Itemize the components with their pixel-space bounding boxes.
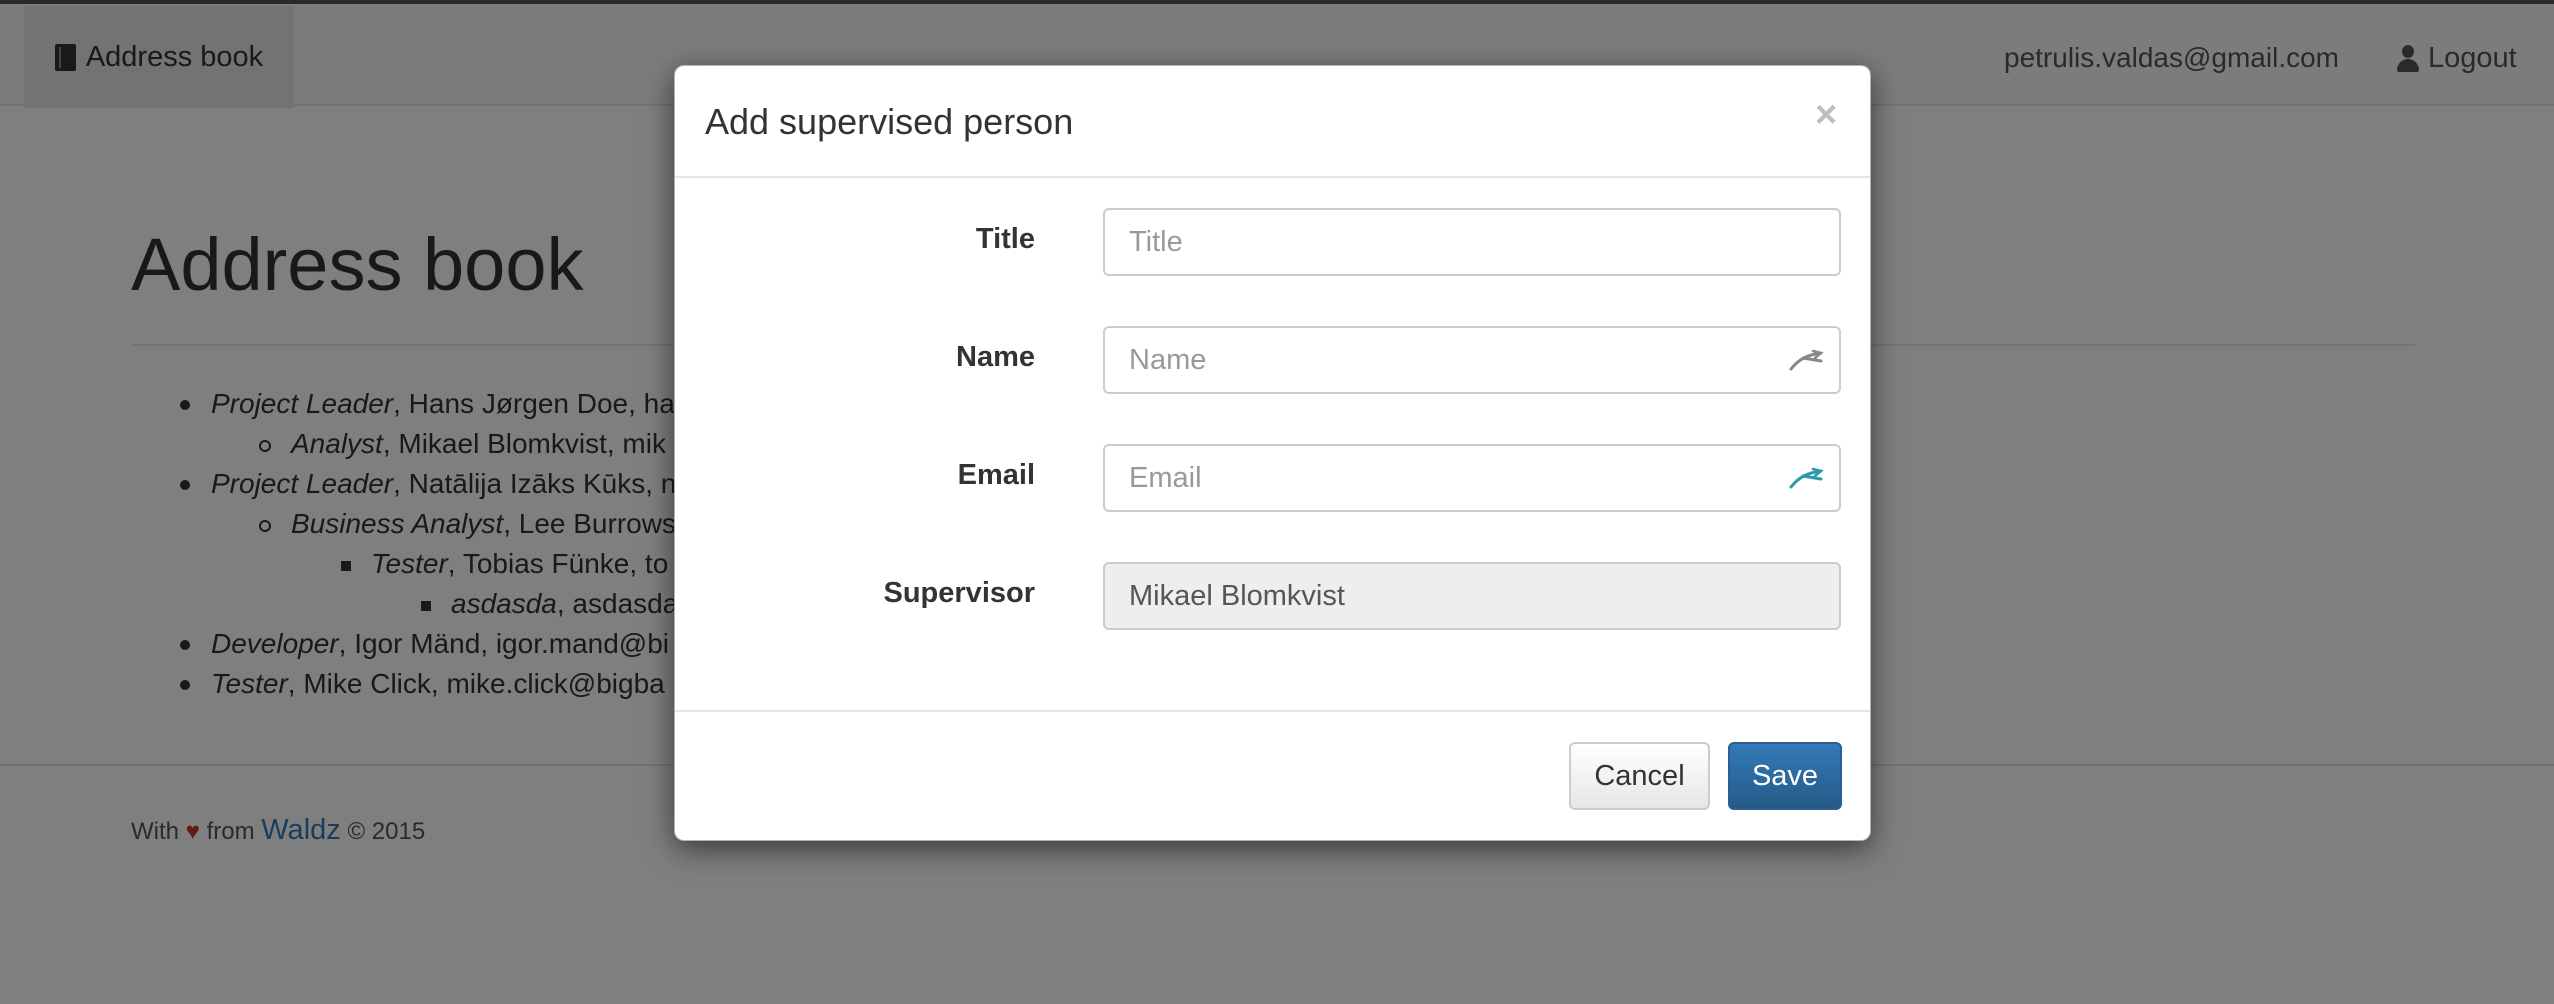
modal-title: Add supervised person — [705, 101, 1074, 142]
save-button[interactable]: Save — [1728, 742, 1842, 810]
email-label: Email — [957, 459, 1035, 491]
modal-footer-divider — [675, 710, 1870, 712]
lastpass-icon[interactable] — [1787, 345, 1827, 375]
supervisor-field — [1103, 562, 1841, 630]
modal-header-divider — [675, 176, 1870, 178]
add-supervised-person-modal: Add supervised person × Title Name Email… — [674, 65, 1871, 841]
email-input[interactable] — [1103, 444, 1841, 512]
supervisor-label: Supervisor — [883, 577, 1036, 609]
cancel-button[interactable]: Cancel — [1569, 742, 1710, 810]
title-input[interactable] — [1103, 208, 1841, 276]
name-input[interactable] — [1103, 326, 1841, 394]
title-label: Title — [975, 223, 1035, 255]
close-icon[interactable]: × — [1815, 94, 1837, 137]
name-label: Name — [956, 341, 1035, 373]
lastpass-icon[interactable] — [1787, 463, 1827, 493]
